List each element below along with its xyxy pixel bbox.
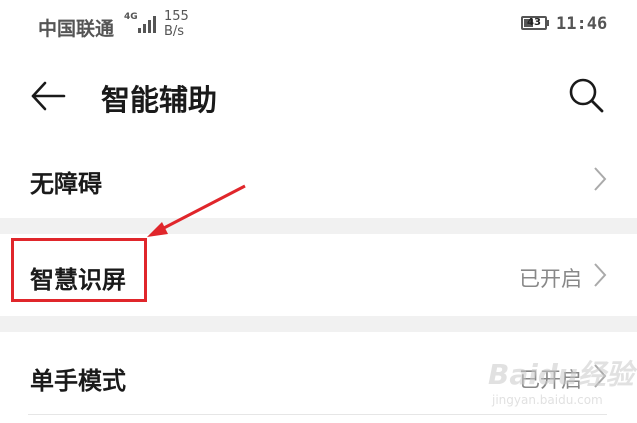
search-icon <box>569 78 604 113</box>
carrier-name: 中国联通 <box>38 18 115 40</box>
battery-icon: 43 <box>521 16 547 30</box>
page-title: 智能辅助 <box>101 83 218 117</box>
section-separator <box>0 316 637 332</box>
signal-bar <box>143 24 146 33</box>
network-type: 4G <box>124 12 138 22</box>
signal-bar <box>138 28 141 33</box>
battery-level: 43 <box>527 17 541 28</box>
speed-unit: B/s <box>164 24 185 39</box>
chevron-right-icon <box>594 263 607 287</box>
section-separator <box>0 218 637 234</box>
search-button[interactable] <box>566 75 606 115</box>
battery-tip <box>547 20 549 26</box>
annotation-highlight-box <box>11 238 147 302</box>
settings-item-status: 已开启 <box>519 267 582 291</box>
settings-item-label: 单手模式 <box>30 367 126 395</box>
signal-strength-icon: 4G <box>124 12 158 33</box>
chevron-right-icon <box>594 167 607 191</box>
back-arrow-icon <box>31 81 66 111</box>
watermark-logo: Baidu经验 jingyan.baidu.com <box>478 347 637 417</box>
settings-item-accessibility[interactable]: 无障碍 <box>0 140 637 218</box>
settings-item-label: 无障碍 <box>30 170 102 198</box>
speed-value: 155 <box>164 9 189 24</box>
signal-bar <box>153 16 156 33</box>
watermark-text: Baidu经验 <box>488 358 634 391</box>
status-bar: 中国联通 4G 155 B/s 43 11:46 <box>0 0 637 50</box>
network-speed: 155 B/s <box>164 9 189 39</box>
back-button[interactable] <box>24 76 72 116</box>
watermark-url: jingyan.baidu.com <box>492 393 603 407</box>
clock: 11:46 <box>556 14 608 34</box>
signal-bar <box>148 20 151 33</box>
